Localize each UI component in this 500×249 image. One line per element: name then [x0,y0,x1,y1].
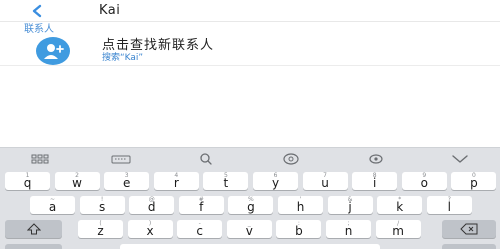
key-o[interactable]: 9o [401,172,447,190]
search-header: Kai [0,0,500,22]
key-secondary-label: 5 [223,172,228,179]
grid-menu-icon[interactable] [29,152,51,166]
key-g[interactable]: % g [228,196,274,214]
key-k[interactable]: * k [377,196,423,214]
key-secondary-label: ~ [49,196,56,203]
key-secondary-label: : [297,220,300,227]
key-c[interactable]: -c [177,220,223,238]
back-button[interactable] [28,2,48,20]
keyboard-toolbar [0,148,500,170]
search-icon[interactable] [195,152,217,166]
key-e[interactable]: 3e [104,172,150,190]
key-secondary-label: / [397,220,400,227]
space-key[interactable] [120,244,380,249]
key-secondary-label: - [198,220,201,227]
key-secondary-label: ! [100,196,104,203]
key-secondary-label: 2 [75,172,79,179]
key-p[interactable]: 0p [451,172,497,190]
symbol-key[interactable] [5,244,62,249]
screen: Kai 联系人 点击查找新联系人 搜索“Kai” 1 q 2 w 3 e 4 r… [0,0,500,249]
key-a[interactable]: ~ a [30,196,75,214]
key-w[interactable]: 2w [54,172,100,190]
key-secondary-label: _ [247,220,251,227]
add-contact-avatar [36,37,70,65]
key-secondary-label: * [398,196,402,203]
backspace-key[interactable] [442,220,496,238]
key-l[interactable]: ? l [426,196,472,214]
find-new-contact-row[interactable]: 点击查找新联系人 搜索“Kai” [0,34,500,66]
key-secondary-label: % [248,196,254,203]
add-person-icon [44,44,64,59]
key-secondary-label: 7 [323,172,327,179]
collapse-keyboard-icon[interactable] [449,152,471,166]
key-i[interactable]: 8i [352,172,398,190]
key-x[interactable]: ) x [127,220,173,238]
key-secondary-label: ) [148,220,152,227]
key-secondary-label: # [198,196,204,203]
key-secondary-label: ? [447,196,451,203]
soft-keyboard: 1q2w3e4r5t6y7u8i9o0p ~ a! s @ d # f% g ' h & j * k? l … [0,147,500,249]
key-b[interactable]: :b [276,220,322,238]
keyboard-icon[interactable] [110,152,132,166]
key-secondary-label: 8 [372,172,377,179]
enter-key[interactable] [442,244,496,249]
search-input[interactable]: Kai [99,2,120,20]
shift-key[interactable] [5,220,62,238]
key-u[interactable]: 7u [302,172,348,190]
key-secondary-label: 3 [124,172,129,179]
key-s[interactable]: ! s [79,196,125,214]
key-d[interactable]: @ d [129,196,175,214]
key-z[interactable]: (z [78,220,123,238]
key-secondary-label: 4 [174,172,179,179]
key-secondary-label: ( [99,220,102,227]
key-secondary-label: ' [299,196,302,203]
key-t[interactable]: 5t [203,172,249,190]
key-h[interactable]: ' h [278,196,323,214]
key-secondary-label: 9 [422,172,427,179]
key-f[interactable]: # f [178,196,224,214]
key-r[interactable]: 4r [153,172,199,190]
key-secondary-label: 6 [273,172,278,179]
key-m[interactable]: / m [375,220,421,238]
voice-icon[interactable] [365,152,387,166]
find-new-contact-label: 点击查找新联系人 [102,38,215,53]
key-q[interactable]: 1q [5,172,50,190]
backspace-icon [460,223,478,235]
shift-icon [26,223,41,235]
key-n[interactable]: ; n [326,220,371,238]
back-arrow-icon [32,4,42,18]
key-j[interactable]: & j [327,196,373,214]
key-secondary-label: 0 [471,172,476,179]
key-v[interactable]: _ v [226,220,272,238]
key-secondary-label: & [347,196,353,203]
search-query-hint: 搜索“Kai” [102,53,144,63]
key-secondary-label: 1 [25,172,30,179]
key-secondary-label: ; [347,220,350,227]
key-secondary-label: @ [148,196,155,203]
emoji-icon[interactable] [280,152,302,166]
key-y[interactable]: 6y [253,172,298,190]
